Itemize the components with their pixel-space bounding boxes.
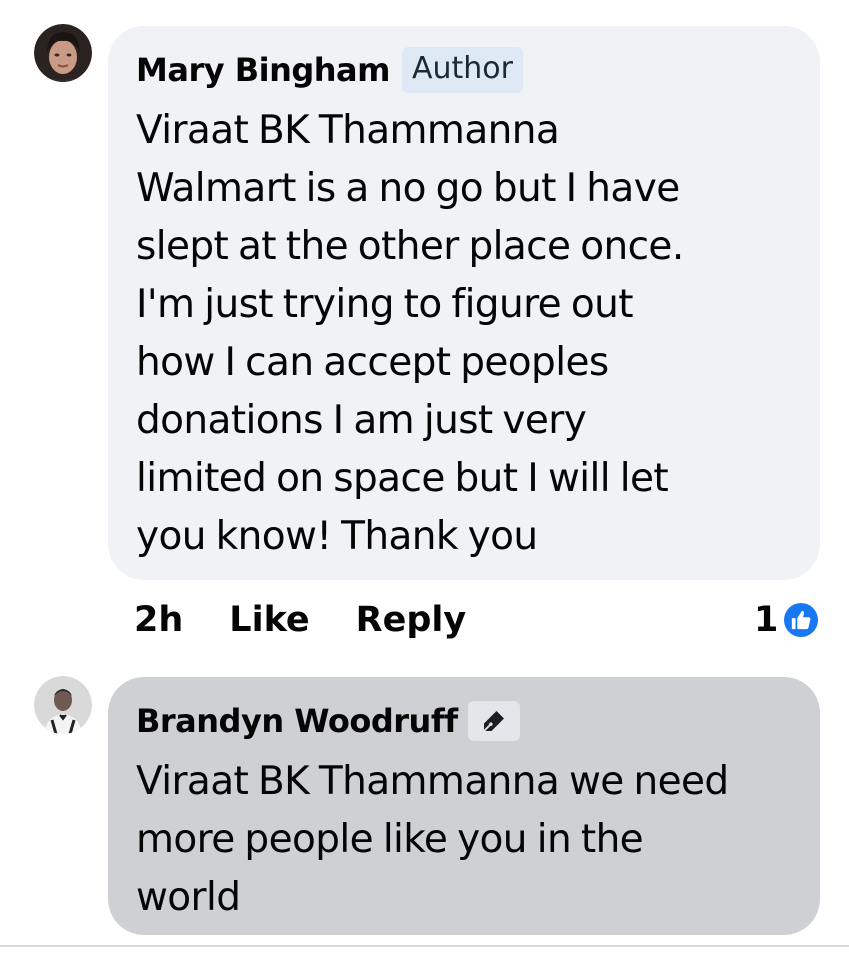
author-name[interactable]: Brandyn Woodruff (136, 702, 458, 740)
comment-header: Brandyn Woodruff (136, 697, 796, 745)
comment-line: you know! Thank you (136, 514, 538, 559)
comment-line: I'm just trying to figure out (136, 282, 634, 327)
reply-button[interactable]: Reply (356, 600, 467, 640)
divider (0, 945, 849, 947)
reaction-summary[interactable]: 1 (754, 600, 819, 640)
like-button[interactable]: Like (229, 600, 309, 640)
comment-bubble[interactable]: Brandyn Woodruff Viraat BK Thammanna we … (108, 677, 820, 935)
comment-line: Viraat BK Thammanna we need (136, 759, 729, 804)
avatar[interactable] (34, 24, 92, 82)
comment-line: how I can accept peoples (136, 340, 609, 385)
comment-line: Viraat BK Thammanna (136, 108, 560, 153)
author-badge: Author (401, 47, 523, 93)
pen-icon (467, 701, 520, 741)
comment-actions: 2h Like Reply (134, 600, 466, 640)
profile-photo (34, 676, 92, 734)
comment-header: Mary Bingham Author (136, 46, 796, 94)
comment-text: Viraat BK Thammanna Walmart is a no go b… (136, 102, 796, 566)
comment-line: more people like you in the (136, 817, 644, 862)
comment-text: Viraat BK Thammanna we need more people … (136, 753, 796, 927)
thumbs-up-icon (784, 603, 819, 637)
reaction-count: 1 (754, 600, 779, 640)
profile-photo (34, 24, 92, 82)
author-name[interactable]: Mary Bingham (136, 51, 390, 89)
comment-line: slept at the other place once. (136, 224, 684, 269)
comment-timestamp[interactable]: 2h (134, 600, 183, 640)
avatar[interactable] (34, 676, 92, 734)
comment-line: Walmart is a no go but I have (136, 166, 680, 211)
comment-line: world (136, 875, 241, 920)
comment-line: donations I am just very (136, 398, 587, 443)
comment-line: limited on space but I will let (136, 456, 669, 501)
comments-thread: Mary Bingham Author Viraat BK Thammanna … (0, 0, 849, 960)
comment-bubble[interactable]: Mary Bingham Author Viraat BK Thammanna … (108, 26, 820, 580)
